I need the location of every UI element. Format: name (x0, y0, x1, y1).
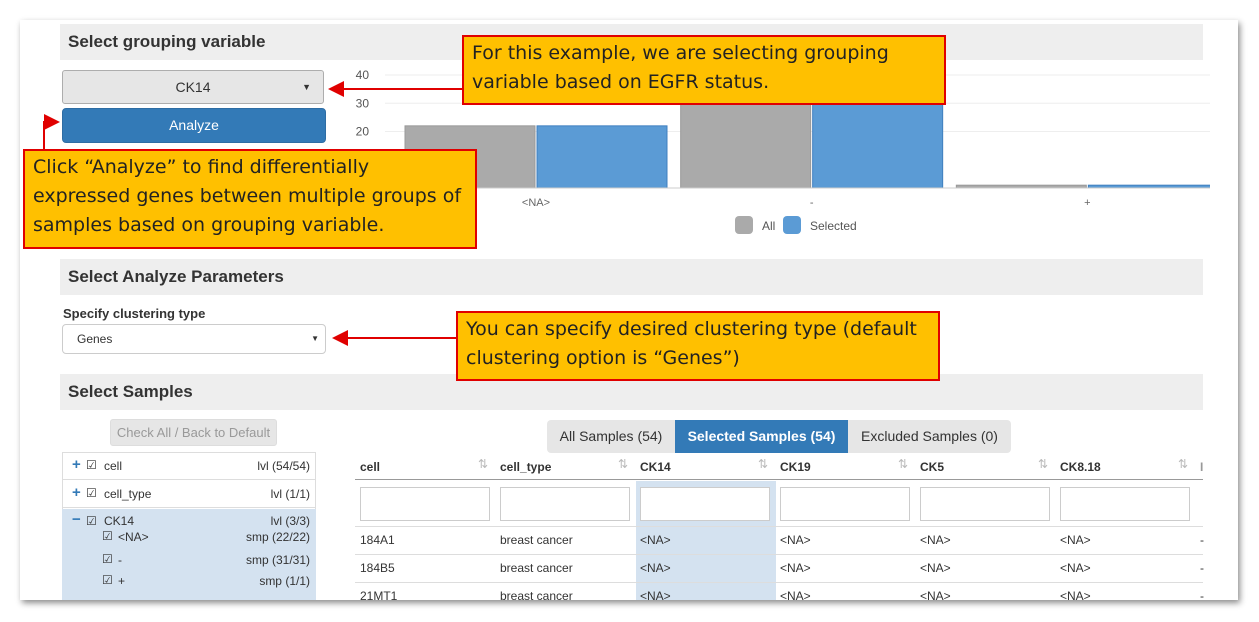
callout-analyze-text: Click “Analyze” to find differentially e… (33, 156, 462, 236)
arrow-to-analyze-button (43, 114, 60, 150)
callout-analyze: Click “Analyze” to find differentially e… (23, 149, 477, 249)
callout-clustering: You can specify desired clustering type … (456, 311, 940, 381)
callout-grouping: For this example, we are selecting group… (462, 35, 946, 105)
callout-grouping-text: For this example, we are selecting group… (472, 42, 889, 93)
callout-clustering-text: You can specify desired clustering type … (466, 318, 917, 369)
app-frame: Select grouping variable CK14 ▼ Analyze … (20, 20, 1238, 600)
annotation-arrows (43, 81, 462, 346)
